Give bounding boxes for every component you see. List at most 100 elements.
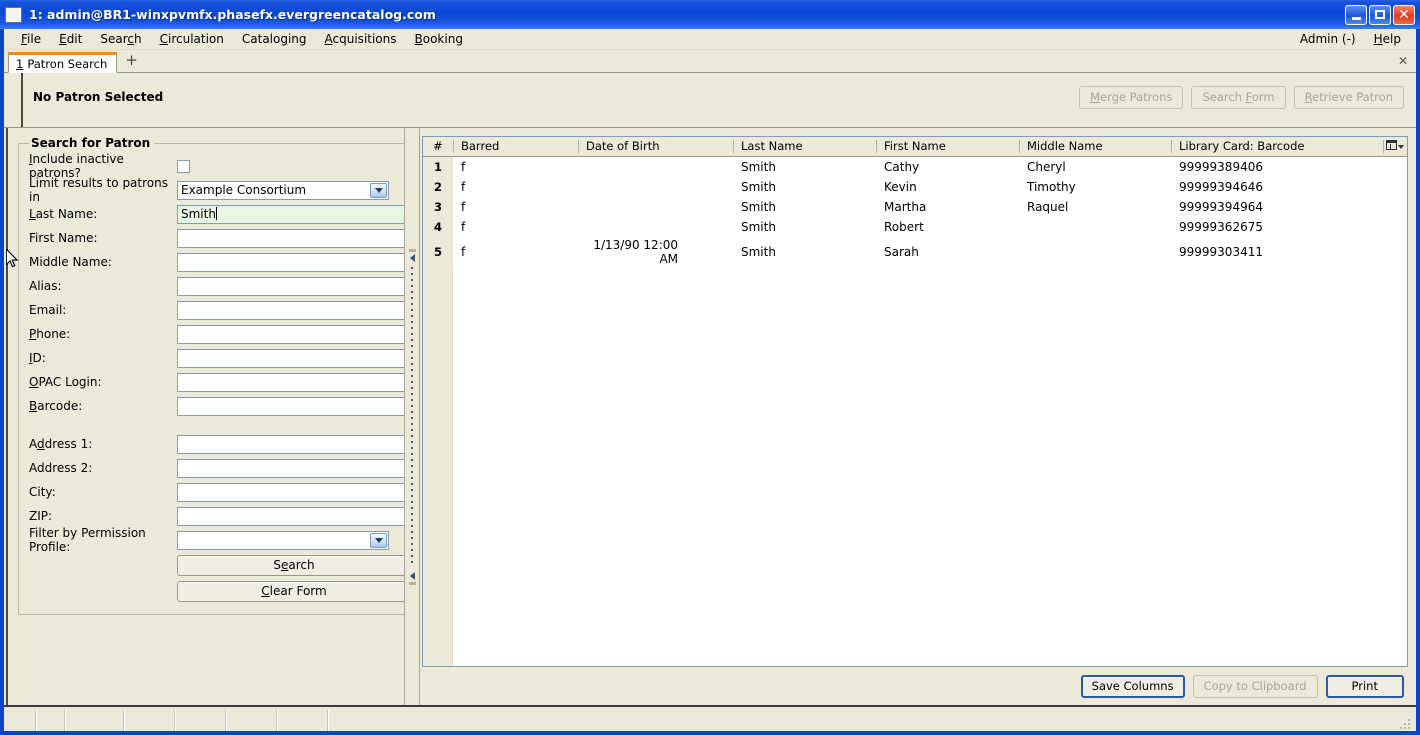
patron-status-text: No Patron Selected	[33, 90, 164, 104]
first-name-input[interactable]	[177, 228, 411, 248]
cell-row-number: 5	[423, 237, 453, 267]
opac-login-input[interactable]	[177, 372, 411, 392]
status-cell-5	[176, 710, 227, 731]
col-header-last-name[interactable]: Last Name	[733, 137, 876, 157]
last-name-input[interactable]: Smith	[177, 204, 411, 224]
table-row[interactable]: 4 f Smith Robert 99999362675	[423, 217, 1407, 237]
tab-patron-search[interactable]: 1 Patron Search	[8, 52, 118, 73]
search-button[interactable]: Search	[177, 554, 411, 576]
address2-input[interactable]	[177, 458, 411, 478]
menu-admin[interactable]: Admin (-)	[1291, 30, 1365, 48]
cell-row-number: 3	[423, 197, 453, 217]
status-cell-rest	[329, 710, 1416, 731]
table-row[interactable]: 1 f Smith Cathy Cheryl 99999389406	[423, 156, 1407, 177]
zip-control	[177, 506, 411, 526]
limit-results-select[interactable]: Example Consortium	[177, 180, 389, 200]
close-tab-icon[interactable]: ✕	[1398, 54, 1408, 68]
status-cell-7	[278, 710, 329, 731]
text-caret	[215, 206, 217, 220]
menu-file[interactable]: File	[12, 30, 50, 48]
middle-name-input[interactable]	[177, 252, 411, 272]
results-footer: Save Columns Copy to Clipboard Print	[422, 667, 1408, 705]
row-clear-button: Clear Form	[29, 578, 411, 604]
table-row[interactable]: 3 f Smith Martha Raquel 99999394964	[423, 197, 1407, 217]
address1-label: Address 1:	[29, 437, 93, 451]
row-zip: ZIP:	[29, 504, 411, 528]
search-form-button[interactable]: Search Form	[1191, 86, 1286, 109]
splitter-bar-top	[408, 248, 416, 252]
email-label: Email:	[29, 303, 67, 317]
column-picker-button[interactable]	[1383, 137, 1407, 157]
minimize-button[interactable]	[1345, 4, 1367, 25]
menu-search[interactable]: Search	[91, 30, 150, 48]
maximize-button[interactable]	[1369, 4, 1391, 25]
cell-spacer	[1383, 237, 1407, 267]
table-row[interactable]: 5 f 1/13/90 12:00 AM Smith Sarah 99999303411	[423, 237, 1407, 267]
address1-input[interactable]	[177, 434, 411, 454]
menu-help[interactable]: Help	[1365, 30, 1410, 48]
col-header-number[interactable]: #	[423, 137, 453, 157]
zip-input[interactable]	[177, 506, 411, 526]
address1-control	[177, 434, 411, 454]
table-row[interactable]: 2 f Smith Kevin Timothy 99999394646	[423, 177, 1407, 197]
col-header-first-name[interactable]: First Name	[876, 137, 1019, 157]
id-input[interactable]	[177, 348, 411, 368]
print-button[interactable]: Print	[1325, 674, 1404, 698]
cell-middle-name: Cheryl	[1019, 156, 1171, 177]
form-gap	[29, 418, 411, 432]
cell-date-of-birth	[578, 217, 733, 237]
cell-row-number: 2	[423, 177, 453, 197]
city-input[interactable]	[177, 482, 411, 502]
retrieve-patron-button[interactable]: Retrieve Patron	[1293, 86, 1404, 109]
results-header-row: # Barred Date of Birth Last Name First N…	[423, 137, 1407, 157]
cell-spacer	[1383, 177, 1407, 197]
title-bar: 1: admin@BR1-winxpvmfx.phasefx.evergreen…	[0, 0, 1420, 29]
menu-circulation[interactable]: Circulation	[151, 30, 233, 48]
email-input[interactable]	[177, 300, 411, 320]
address2-control	[177, 458, 411, 478]
splitter-collapse-right-icon[interactable]	[409, 571, 415, 580]
search-pane: Search for Patron Include inactive patro…	[4, 128, 420, 705]
row-address1: Address 1:	[29, 432, 411, 456]
menu-edit[interactable]: Edit	[50, 30, 91, 48]
column-picker-icon	[1386, 140, 1404, 150]
cell-last-name: Smith	[733, 217, 876, 237]
pane-splitter[interactable]	[404, 128, 420, 705]
col-header-library-card[interactable]: Library Card: Barcode	[1171, 137, 1383, 157]
menu-booking[interactable]: Booking	[406, 30, 472, 48]
copy-to-clipboard-button[interactable]: Copy to Clipboard	[1192, 674, 1318, 698]
barcode-control	[177, 396, 411, 416]
results-grid: # Barred Date of Birth Last Name First N…	[422, 136, 1408, 667]
col-header-middle-name[interactable]: Middle Name	[1019, 137, 1171, 157]
save-columns-button[interactable]: Save Columns	[1080, 674, 1185, 698]
menu-cataloging[interactable]: Cataloging	[233, 30, 316, 48]
include-inactive-control	[177, 159, 411, 173]
opac-login-label: OPAC Login:	[29, 375, 102, 389]
alias-input[interactable]	[177, 276, 411, 296]
barcode-input[interactable]	[177, 396, 411, 416]
tab-number: 1	[16, 56, 24, 71]
close-button[interactable]: ✕	[1393, 4, 1415, 25]
cell-middle-name: Timothy	[1019, 177, 1171, 197]
col-header-barred[interactable]: Barred	[453, 137, 578, 157]
col-header-dob[interactable]: Date of Birth	[578, 137, 733, 157]
resize-grip[interactable]	[1398, 717, 1410, 729]
permission-profile-select[interactable]	[177, 530, 389, 550]
row-email: Email:	[29, 298, 411, 322]
row-barcode: Barcode:	[29, 394, 411, 418]
app-icon	[5, 6, 22, 23]
splitter-collapse-left-icon[interactable]	[409, 253, 415, 262]
results-table-head: # Barred Date of Birth Last Name First N…	[423, 137, 1407, 157]
menu-acquisitions[interactable]: Acquisitions	[316, 30, 406, 48]
cell-first-name: Sarah	[876, 237, 1019, 267]
new-tab-button[interactable]: +	[117, 50, 146, 72]
merge-patrons-button[interactable]: Merge Patrons	[1079, 86, 1184, 109]
cell-date-of-birth	[578, 177, 733, 197]
cell-row-number: 4	[423, 217, 453, 237]
phone-input[interactable]	[177, 324, 411, 344]
limit-results-control: Example Consortium	[177, 180, 411, 200]
mouse-cursor-icon	[6, 249, 19, 268]
clear-form-button[interactable]: Clear Form	[177, 580, 411, 602]
include-inactive-checkbox[interactable]	[177, 159, 190, 173]
cell-library-card-barcode: 99999303411	[1171, 237, 1383, 267]
